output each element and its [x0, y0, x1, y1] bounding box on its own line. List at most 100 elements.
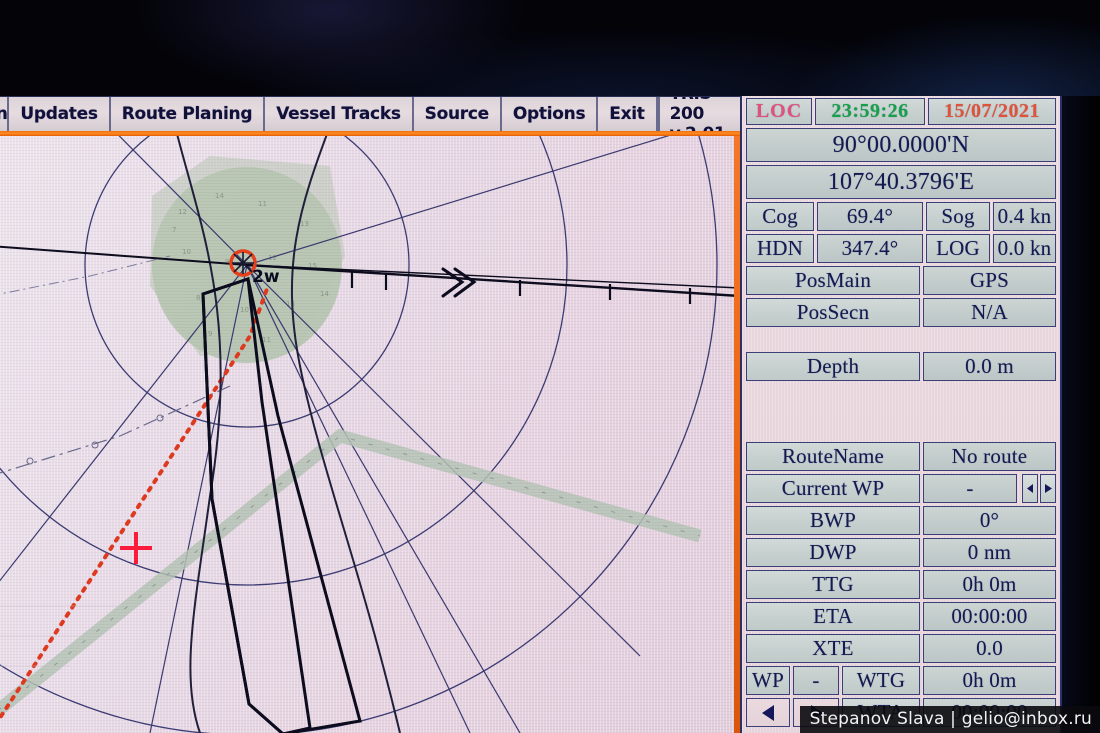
eta-value: 00:00:00 — [923, 602, 1056, 631]
screen: n Updates Route Planing Vessel Tracks So… — [0, 0, 1100, 733]
wp-value: - — [793, 666, 839, 695]
sog-value: 0.4 kn — [993, 202, 1056, 231]
menu-item-options[interactable]: Options — [502, 97, 598, 131]
nautical-chart: 121411 13109 12158 10139 11714 — [0, 136, 740, 733]
possecn-row: PosSecn N/A — [746, 298, 1056, 327]
svg-text:10: 10 — [182, 248, 191, 256]
wp-prev-button[interactable] — [746, 698, 790, 727]
current-wp-value: - — [923, 474, 1017, 503]
arrow-left-icon — [762, 705, 775, 721]
vessel-label: 2w — [252, 267, 280, 287]
posmain-row: PosMain GPS — [746, 266, 1056, 295]
menu-item-source[interactable]: Source — [414, 97, 502, 131]
posmain-label: PosMain — [746, 266, 920, 295]
bwp-value: 0° — [923, 506, 1056, 535]
menu-item-label: Options — [513, 104, 585, 124]
log-value: 0.0 kn — [993, 234, 1056, 263]
hdn-value: 347.4° — [817, 234, 923, 263]
svg-text:14: 14 — [215, 192, 224, 200]
current-wp-spinner — [1020, 474, 1056, 503]
current-wp-label: Current WP — [746, 474, 920, 503]
status-mode: LOC — [746, 98, 812, 125]
app-title: TRIS 200 v.2.01 — [660, 97, 740, 131]
longitude-row: 107°40.3796'E — [746, 165, 1056, 199]
panel-gap-2 — [746, 384, 1056, 442]
svg-text:7: 7 — [172, 226, 176, 234]
posmain-value: GPS — [923, 266, 1056, 295]
wp-spinner-next-button[interactable] — [1040, 474, 1056, 503]
xte-row: XTE 0.0 — [746, 634, 1056, 663]
menu-bar: n Updates Route Planing Vessel Tracks So… — [0, 96, 740, 131]
wp-wtg-row: WP - WTG 0h 0m — [746, 666, 1056, 695]
menu-item-updates[interactable]: Updates — [9, 97, 110, 131]
menu-item-label: Source — [425, 104, 489, 124]
status-row: LOC 23:59:26 15/07/2021 — [746, 98, 1056, 125]
depth-row: Depth 0.0 m — [746, 352, 1056, 381]
status-date: 15/07/2021 — [928, 98, 1056, 125]
longitude-value: 107°40.3796'E — [746, 165, 1056, 199]
svg-text:14: 14 — [320, 290, 329, 298]
cursor-cross-icon — [120, 532, 152, 564]
svg-text:8: 8 — [196, 294, 200, 302]
menu-item-label: Route Planing — [122, 104, 253, 124]
svg-text:10: 10 — [240, 306, 249, 314]
ttg-value: 0h 0m — [923, 570, 1056, 599]
boundary-line — [0, 386, 230, 476]
eta-row: ETA 00:00:00 — [746, 602, 1056, 631]
routename-label: RouteName — [746, 442, 920, 471]
possecn-value: N/A — [923, 298, 1056, 327]
latitude-row: 90°00.0000'N — [746, 128, 1056, 162]
menu-item-label: Updates — [20, 104, 97, 124]
menu-item-route-planing[interactable]: Route Planing — [111, 97, 266, 131]
menu-item-label: n — [0, 104, 8, 124]
cog-sog-row: Cog 69.4° Sog 0.4 kn — [746, 202, 1056, 231]
menu-item-label: Exit — [609, 104, 644, 124]
svg-text:9: 9 — [208, 330, 212, 338]
svg-text:13: 13 — [300, 220, 309, 228]
ttg-label: TTG — [746, 570, 920, 599]
wp-spinner-prev-button[interactable] — [1022, 474, 1038, 503]
svg-text:13: 13 — [286, 300, 295, 308]
wtg-value: 0h 0m — [923, 666, 1056, 695]
vessel-marker-cross-icon — [232, 252, 254, 274]
current-wp-row: Current WP - — [746, 474, 1056, 503]
bwp-label: BWP — [746, 506, 920, 535]
svg-text:11: 11 — [258, 200, 267, 208]
cog-arrowhead-icon — [443, 269, 474, 296]
wtg-label: WTG — [842, 666, 920, 695]
cog-vector-ticks — [352, 272, 690, 304]
log-label: LOG — [926, 234, 990, 263]
depth-value: 0.0 m — [923, 352, 1056, 381]
hdn-log-row: HDN 347.4° LOG 0.0 kn — [746, 234, 1056, 263]
xte-value: 0.0 — [923, 634, 1056, 663]
svg-text:12: 12 — [178, 208, 187, 216]
bwp-row: BWP 0° — [746, 506, 1056, 535]
hdn-label: HDN — [746, 234, 814, 263]
cog-label: Cog — [746, 202, 814, 231]
possecn-label: PosSecn — [746, 298, 920, 327]
xte-label: XTE — [746, 634, 920, 663]
panel-gap-1 — [746, 330, 1056, 352]
monitor-bezel-top — [0, 0, 1100, 96]
menu-item-label: Vessel Tracks — [276, 104, 400, 124]
boundary-symbols — [27, 415, 163, 464]
menu-item-clipped[interactable]: n — [0, 97, 9, 131]
photo-watermark: Stepanov Slava | gelio@inbox.ru — [800, 706, 1100, 733]
status-time: 23:59:26 — [815, 98, 925, 125]
chevron-left-icon — [1027, 484, 1034, 493]
routename-row: RouteName No route — [746, 442, 1056, 471]
sog-label: Sog — [926, 202, 990, 231]
dwp-row: DWP 0 nm — [746, 538, 1056, 567]
cog-value: 69.4° — [817, 202, 923, 231]
ttg-row: TTG 0h 0m — [746, 570, 1056, 599]
routename-value: No route — [923, 442, 1056, 471]
latitude-value: 90°00.0000'N — [746, 128, 1056, 162]
svg-text:9: 9 — [225, 258, 229, 266]
menu-item-vessel-tracks[interactable]: Vessel Tracks — [265, 97, 413, 131]
menu-item-exit[interactable]: Exit — [598, 97, 657, 131]
dwp-value: 0 nm — [923, 538, 1056, 567]
eta-label: ETA — [746, 602, 920, 631]
chart-canvas[interactable]: 121411 13109 12158 10139 11714 — [0, 136, 740, 733]
chevron-right-icon — [1045, 484, 1052, 493]
wp-label: WP — [746, 666, 790, 695]
